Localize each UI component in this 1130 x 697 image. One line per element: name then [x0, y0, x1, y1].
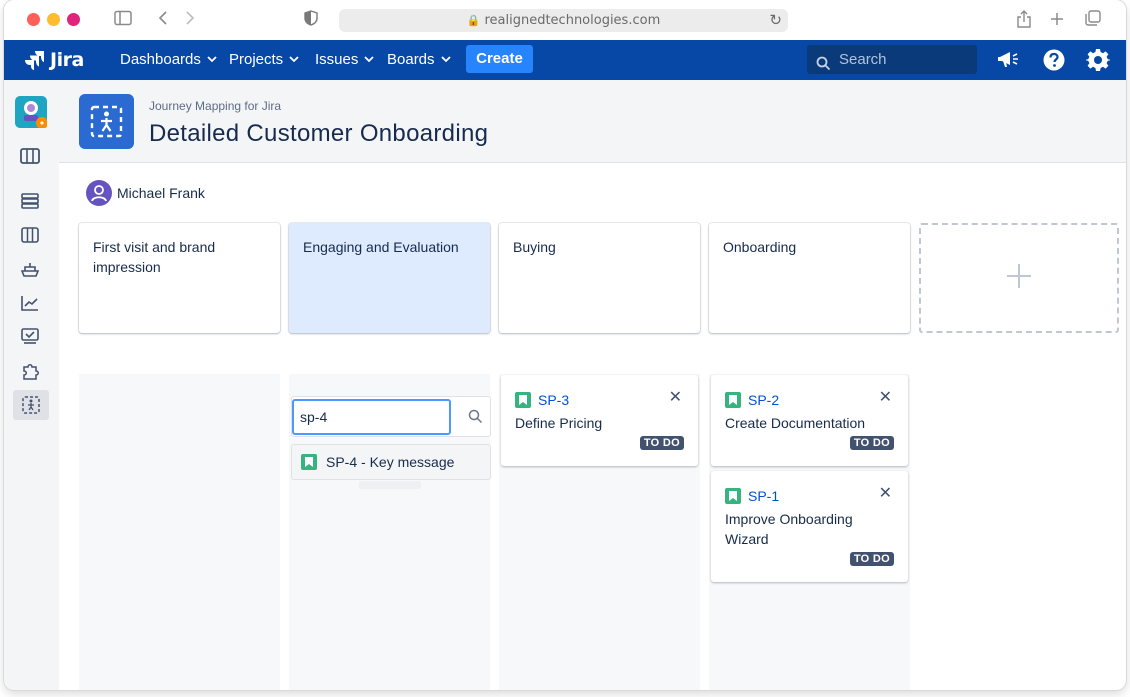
- user-avatar[interactable]: [86, 180, 112, 206]
- share-icon[interactable]: [1017, 10, 1031, 32]
- issue-summary: Improve Onboarding Wizard: [725, 511, 853, 547]
- lock-icon: 🔒: [466, 14, 481, 27]
- ship-icon[interactable]: [19, 258, 41, 280]
- address-bar[interactable]: 🔒 realignedtechnologies.com ↻: [339, 9, 788, 32]
- zoom-window-button[interactable]: [67, 13, 80, 26]
- issue-key-link[interactable]: SP-3: [515, 392, 569, 408]
- close-window-button[interactable]: [27, 13, 40, 26]
- suggestion-label: SP-4 - Key message: [326, 454, 455, 470]
- board-icon[interactable]: [19, 145, 41, 167]
- stage-label: Buying: [513, 239, 556, 255]
- issue-key-link[interactable]: SP-2: [725, 392, 779, 408]
- journey-mapping-icon[interactable]: [13, 390, 49, 420]
- app-name: Journey Mapping for Jira: [149, 99, 282, 113]
- issue-key: SP-1: [748, 488, 780, 504]
- backlog-icon[interactable]: [19, 190, 41, 212]
- story-bookmark-icon: [301, 454, 317, 470]
- nav-projects[interactable]: Projects: [229, 51, 299, 68]
- nav-issues[interactable]: Issues: [315, 51, 374, 68]
- browser-window: 🔒 realignedtechnologies.com ↻ Jira Dashbo…: [4, 0, 1126, 690]
- new-tab-icon[interactable]: [1050, 10, 1064, 30]
- status-badge: TO DO: [639, 436, 684, 450]
- search-icon[interactable]: [468, 409, 483, 429]
- browser-toolbar: 🔒 realignedtechnologies.com ↻: [4, 0, 1126, 40]
- nav-dashboards[interactable]: Dashboards: [120, 51, 217, 68]
- releases-icon[interactable]: [19, 326, 41, 348]
- nav-projects-label: Projects: [229, 51, 284, 68]
- search-placeholder: Search: [839, 51, 887, 68]
- issue-summary: Create Documentation: [725, 415, 866, 431]
- status-badge: TO DO: [849, 436, 894, 450]
- chevron-down-icon: [440, 55, 451, 66]
- stage-card-buying[interactable]: Buying: [499, 223, 700, 333]
- tab-overview-icon[interactable]: [1085, 10, 1101, 30]
- stage-column-first-visit: [79, 374, 280, 690]
- jira-top-nav: Jira Dashboards Projects Issues Boards C…: [4, 40, 1126, 80]
- search-icon: [816, 52, 831, 81]
- chevron-down-icon: [207, 55, 217, 66]
- privacy-shield-icon[interactable]: [304, 10, 318, 30]
- add-ons-puzzle-icon[interactable]: [19, 360, 41, 382]
- back-icon[interactable]: [157, 10, 169, 30]
- page-header: Journey Mapping for Jira Detailed Custom…: [59, 80, 1126, 163]
- plus-icon: [1006, 263, 1032, 294]
- chevron-down-icon: [364, 55, 374, 66]
- issue-suggestion-item[interactable]: SP-4 - Key message: [291, 444, 491, 480]
- story-bookmark-icon: [725, 392, 741, 408]
- issue-key: SP-3: [538, 392, 570, 408]
- story-bookmark-icon: [515, 392, 531, 408]
- nav-boards-label: Boards: [387, 51, 435, 68]
- issue-key: SP-2: [748, 392, 780, 408]
- story-bookmark-icon: [725, 488, 741, 504]
- app-avatar[interactable]: [15, 96, 48, 129]
- close-icon[interactable]: ✕: [879, 486, 892, 502]
- jira-logo-text: Jira: [50, 49, 84, 71]
- issue-card-sp-1[interactable]: SP-1 ✕ Improve Onboarding Wizard TO DO: [711, 471, 908, 582]
- drag-placeholder: [359, 481, 421, 489]
- issue-card-sp-3[interactable]: SP-3 ✕ Define Pricing TO DO: [501, 375, 698, 466]
- url-text: realignedtechnologies.com: [484, 13, 661, 28]
- stage-label: Engaging and Evaluation: [303, 239, 459, 255]
- minimize-window-button[interactable]: [47, 13, 60, 26]
- stage-card-onboarding[interactable]: Onboarding: [709, 223, 910, 333]
- close-icon[interactable]: ✕: [879, 390, 892, 406]
- add-stage-button[interactable]: [919, 223, 1119, 333]
- page-title: Detailed Customer Onboarding: [149, 120, 489, 147]
- journey-project-icon: [79, 94, 134, 149]
- status-badge: TO DO: [849, 552, 894, 566]
- search-input[interactable]: Search: [807, 45, 977, 74]
- sidebar-toggle-icon[interactable]: [114, 10, 132, 30]
- forward-icon[interactable]: [184, 10, 196, 30]
- left-sidebar: [4, 80, 59, 690]
- issue-card-sp-2[interactable]: SP-2 ✕ Create Documentation TO DO: [711, 375, 908, 466]
- issue-summary: Define Pricing: [515, 415, 603, 431]
- chevron-down-icon: [289, 55, 299, 66]
- settings-gear-icon[interactable]: [1086, 48, 1110, 77]
- nav-issues-label: Issues: [315, 51, 359, 68]
- jira-logo[interactable]: Jira: [24, 49, 84, 71]
- user-name: Michael Frank: [117, 185, 205, 201]
- nav-dashboards-label: Dashboards: [120, 51, 201, 68]
- reports-icon[interactable]: [19, 292, 41, 314]
- nav-boards[interactable]: Boards: [387, 51, 451, 68]
- stage-label: Onboarding: [723, 239, 797, 255]
- close-icon[interactable]: ✕: [669, 390, 682, 406]
- create-button[interactable]: Create: [466, 45, 533, 73]
- reload-icon[interactable]: ↻: [769, 11, 782, 29]
- stage-card-first-visit[interactable]: First visit and brand impression: [79, 223, 280, 333]
- stage-label: First visit and brand impression: [93, 239, 216, 275]
- issue-key-link[interactable]: SP-1: [725, 488, 779, 504]
- issue-search-input[interactable]: [292, 399, 451, 435]
- notifications-megaphone-icon[interactable]: [997, 48, 1021, 75]
- stage-card-engaging[interactable]: Engaging and Evaluation: [289, 223, 490, 333]
- help-icon[interactable]: [1042, 48, 1066, 77]
- columns-icon[interactable]: [19, 224, 41, 246]
- jira-logo-icon: [25, 51, 44, 70]
